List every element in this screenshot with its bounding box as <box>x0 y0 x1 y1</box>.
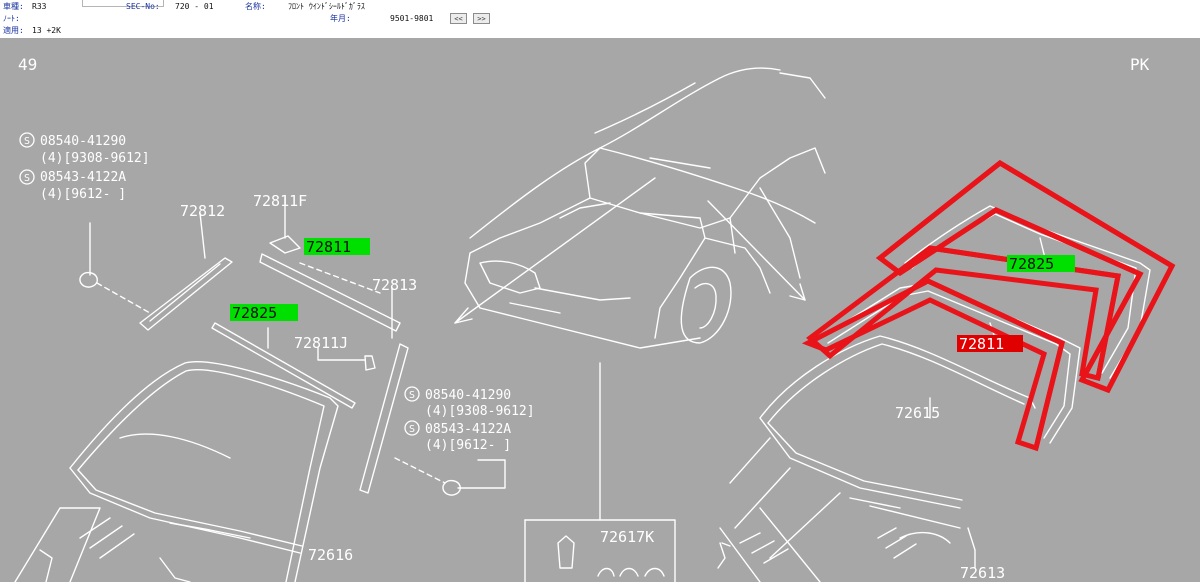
bolt-icon <box>79 271 98 288</box>
highlight-label: 72825 <box>1009 255 1054 273</box>
part-name-value: ﾌﾛﾝﾄ ｳｲﾝﾄﾞｼｰﾙﾄﾞｶﾞﾗｽ <box>288 2 365 11</box>
part-label-72617k[interactable]: 72617K <box>600 528 654 546</box>
screw-note-1-line1: 08540-41290 <box>40 134 126 149</box>
model-label: 車種: <box>3 2 24 11</box>
part-label-72615[interactable]: 72615 <box>895 404 940 422</box>
screw-note-1-line3: 08543-4122A <box>40 170 126 185</box>
svg-text:S: S <box>24 136 30 147</box>
arrow-left <box>454 177 656 324</box>
parts-diagram-svg: S S S S 49 PK 08540-41290 (4)[9308-9612]… <box>14 55 1176 582</box>
car-illustration <box>464 67 826 349</box>
part-label-72811f[interactable]: 72811F <box>253 192 307 210</box>
part-label-72812[interactable]: 72812 <box>180 202 225 220</box>
parts-diagram: S S S S 49 PK 08540-41290 (4)[9308-9612]… <box>0 38 1200 582</box>
year-value: 9501-9801 <box>390 14 434 23</box>
part-label-72811j[interactable]: 72811J <box>294 334 348 352</box>
sec-no-value: 720 - 01 <box>175 2 214 11</box>
left-windshield <box>14 361 339 582</box>
prev-page-button[interactable]: << <box>450 13 467 24</box>
screw-note-2-line3: 08543-4122A <box>425 422 511 437</box>
year-label: 年月: <box>330 14 351 23</box>
screw-note-1: 08540-41290 (4)[9308-9612] 08543-4122A (… <box>40 134 150 202</box>
highlight-72811-red[interactable]: 72811 <box>957 335 1023 353</box>
clip-part-icon <box>557 535 575 569</box>
corner-label-right: PK <box>1130 55 1150 74</box>
apply-value: 13 +2K <box>32 26 61 35</box>
svg-text:S: S <box>24 173 30 184</box>
sec-no-label: SEC-No: <box>126 2 160 11</box>
part-label-72813[interactable]: 72813 <box>372 276 417 294</box>
next-page-button[interactable]: >> <box>473 13 490 24</box>
highlight-label: 72825 <box>232 304 277 322</box>
screw-note-1-line4: (4)[9612- ] <box>40 187 126 202</box>
highlight-label: 72811 <box>306 238 351 256</box>
svg-text:S: S <box>409 390 415 401</box>
part-label-72613[interactable]: 72613 <box>960 564 1005 582</box>
screw-note-1-line2: (4)[9308-9612] <box>40 151 150 166</box>
screw-note-2: 08540-41290 (4)[9308-9612] 08543-4122A (… <box>425 388 535 453</box>
screw-note-2-line4: (4)[9612- ] <box>425 438 511 453</box>
highlight-label: 72811 <box>959 335 1004 353</box>
right-windshield <box>717 335 1036 582</box>
corner-label-left: 49 <box>18 55 37 74</box>
model-value: R33 <box>32 2 47 11</box>
arrow-right <box>707 200 806 301</box>
note-label: ﾉｰﾄ: <box>3 14 20 23</box>
apply-label: 適用: <box>3 26 24 35</box>
part-name-label: 名称: <box>245 2 266 11</box>
svg-text:S: S <box>409 424 415 435</box>
part-label-72616[interactable]: 72616 <box>308 546 353 564</box>
screw-note-2-line1: 08540-41290 <box>425 388 511 403</box>
highlight-72825-green-left[interactable]: 72825 <box>230 304 298 322</box>
parts-info-header: 車種: R33 SEC-No: 720 - 01 名称: ﾌﾛﾝﾄ ｳｲﾝﾄﾞｼ… <box>0 0 1200 39</box>
screw-note-2-line2: (4)[9308-9612] <box>425 404 535 419</box>
highlight-72811-green[interactable]: 72811 <box>304 238 370 256</box>
outline-lower-moulding <box>801 278 1065 452</box>
highlight-72825-green-right[interactable]: 72825 <box>1007 255 1075 273</box>
